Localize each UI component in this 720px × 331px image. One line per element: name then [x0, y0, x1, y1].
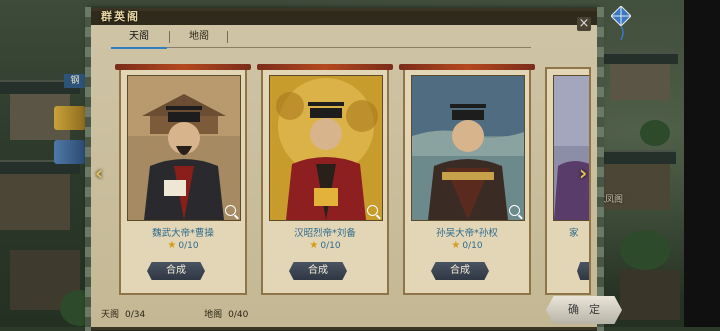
star-icon: ★	[451, 240, 461, 251]
confirm-button[interactable]: 确定	[546, 296, 622, 324]
panel-titlebar	[91, 11, 597, 25]
hero-card[interactable]: 汉昭烈帝*刘备 ★ 0/10 合成	[257, 64, 393, 295]
hero-portrait[interactable]	[553, 75, 589, 221]
hero-card[interactable]: 魏武大帝*曹操 ★ 0/10 合成	[115, 64, 251, 295]
hero-card[interactable]: 孙吴大帝*孙权 ★ 0/10 合成	[399, 64, 535, 295]
side-tab-gold[interactable]	[54, 106, 86, 130]
zoom-icon[interactable]	[509, 205, 520, 216]
zoom-icon[interactable]	[225, 205, 236, 216]
collection-summary: 天阁 0/34 地阁 0/40	[101, 307, 248, 320]
prev-arrow-icon[interactable]: ‹	[95, 161, 103, 185]
hero-name: 汉昭烈帝*刘备	[294, 228, 356, 239]
left-side-tabs: 钢	[0, 0, 90, 327]
tab-di[interactable]: 地阁	[171, 27, 227, 47]
craft-button[interactable]: 合	[577, 262, 589, 280]
tab-bar: 天阁 地阁	[111, 27, 531, 49]
close-button[interactable]: ×	[577, 17, 591, 31]
tab-tian[interactable]: 天阁	[111, 27, 167, 49]
craft-button[interactable]: 合成	[289, 262, 347, 280]
craft-button[interactable]: 合成	[431, 262, 489, 280]
heroes-hall-panel: 群英阁 × 天阁 地阁 魏武大帝*曹操 ★ 0/10 合成 汉昭烈帝*刘备 ★ …	[85, 7, 604, 331]
star-icon: ★	[309, 240, 319, 251]
hero-name: 孙吴大帝*孙权	[436, 228, 498, 239]
star-icon: ★	[167, 240, 177, 251]
di-label: 地阁	[204, 310, 223, 320]
hero-portrait[interactable]	[127, 75, 241, 221]
screen-edge	[684, 0, 720, 327]
panel-title: 群英阁	[101, 10, 140, 23]
hero-portrait[interactable]	[269, 75, 383, 221]
tian-label: 天阁	[101, 310, 120, 320]
side-tab-blue[interactable]	[54, 140, 86, 164]
hero-name: 魏武大帝*曹操	[152, 228, 214, 239]
di-value: 0/40	[228, 310, 249, 320]
craft-button[interactable]: 合成	[147, 262, 205, 280]
tian-value: 0/34	[125, 310, 146, 320]
zoom-icon[interactable]	[367, 205, 378, 216]
fragment-progress: ★ 0/10	[451, 240, 483, 251]
next-arrow-icon[interactable]: ›	[579, 161, 587, 185]
fragment-progress: ★ 0/10	[167, 240, 199, 251]
hero-portrait[interactable]	[411, 75, 525, 221]
kite-icon[interactable]	[611, 6, 631, 40]
side-tab-label[interactable]: 钢	[64, 74, 86, 88]
fragment-progress: ★ 0/10	[309, 240, 341, 251]
hero-name: 家	[569, 228, 579, 239]
